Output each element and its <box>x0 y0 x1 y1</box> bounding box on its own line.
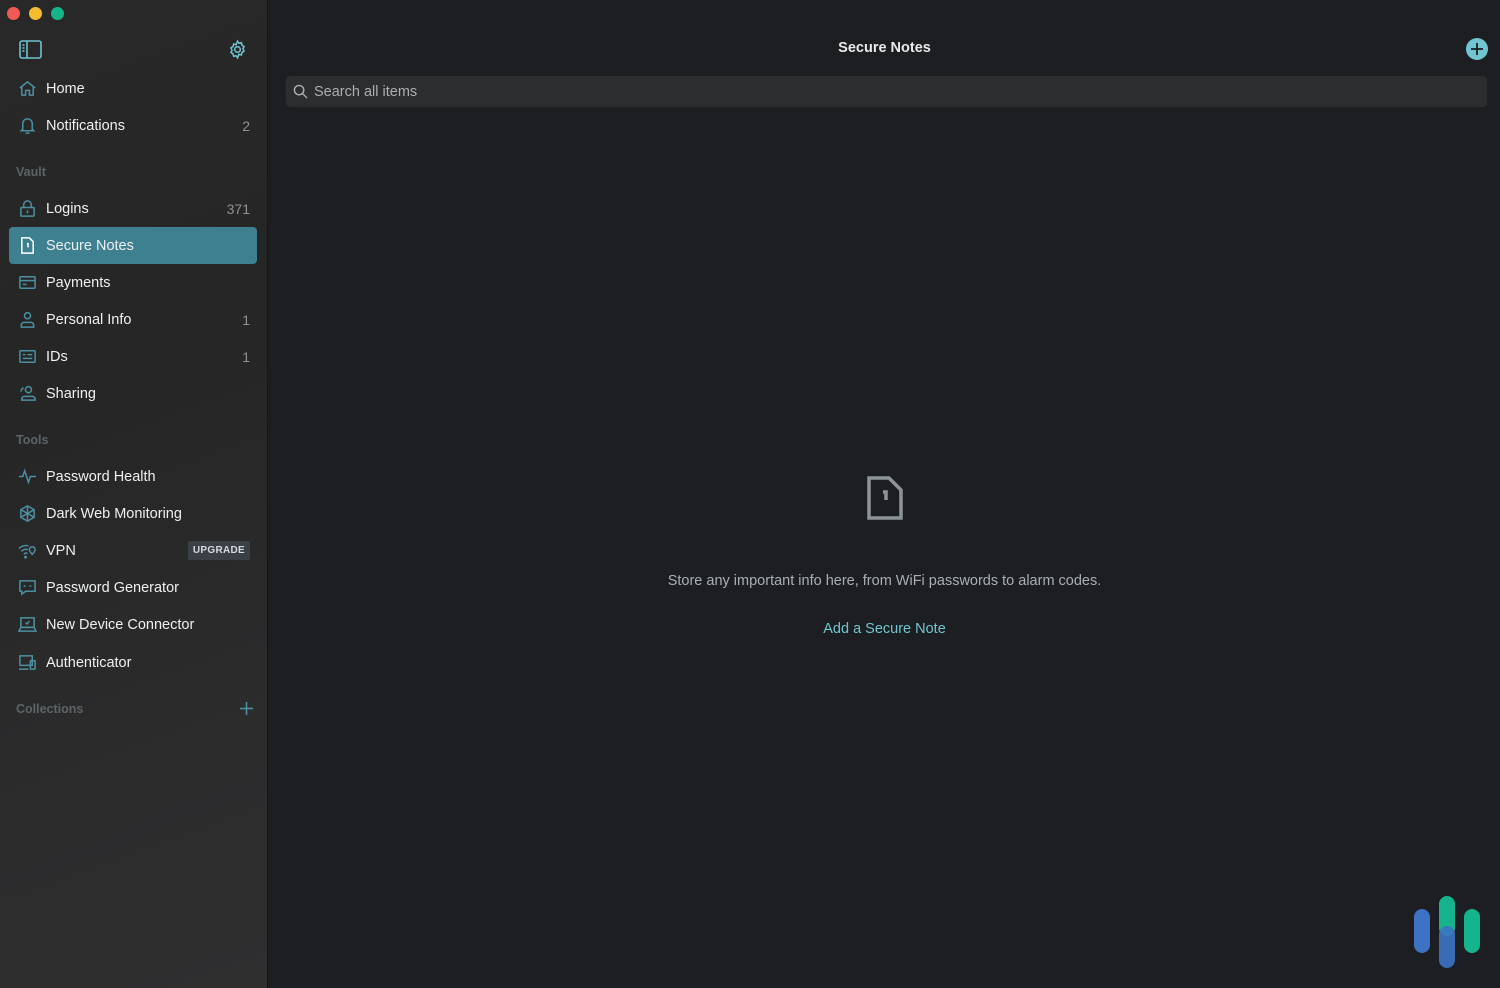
sidebar-item-payments[interactable]: Payments <box>9 264 257 301</box>
chat-icon <box>18 578 37 597</box>
sidebar-item-logins[interactable]: Logins 371 <box>9 190 257 227</box>
secure-note-icon <box>866 475 904 521</box>
sidebar-item-label: Authenticator <box>46 654 132 671</box>
sidebar-item-notifications[interactable]: Notifications 2 <box>9 107 257 144</box>
add-secure-note-link[interactable]: Add a Secure Note <box>823 621 946 637</box>
sharing-icon <box>18 384 37 403</box>
person-icon <box>18 310 37 329</box>
sidebar-item-personal-info[interactable]: Personal Info 1 <box>9 301 257 338</box>
item-count: 371 <box>226 200 250 217</box>
sidebar-item-ids[interactable]: IDs 1 <box>9 338 257 375</box>
note-icon <box>18 236 37 255</box>
sidebar-item-label: Password Health <box>46 468 156 485</box>
search-bar[interactable] <box>286 76 1487 107</box>
devices-icon <box>18 653 37 672</box>
sidebar-item-label: Dark Web Monitoring <box>46 505 182 522</box>
add-collection-button[interactable] <box>238 700 255 717</box>
search-icon <box>293 84 308 99</box>
card-icon <box>18 273 37 292</box>
lock-icon <box>18 199 37 218</box>
sidebar-item-password-generator[interactable]: Password Generator <box>9 569 257 606</box>
sidebar-item-label: New Device Connector <box>46 616 195 633</box>
item-count: 1 <box>242 311 250 328</box>
plus-icon <box>1471 43 1483 55</box>
sidebar-item-secure-notes[interactable]: Secure Notes <box>9 227 257 264</box>
empty-state-message: Store any important info here, from WiFi… <box>667 573 1102 589</box>
sidebar-item-label: VPN <box>46 542 76 559</box>
section-label-vault: Vault <box>16 165 46 179</box>
dark-web-icon <box>18 504 37 523</box>
gear-icon[interactable] <box>227 39 248 60</box>
sidebar-item-vpn[interactable]: VPN UPGRADE <box>9 532 257 569</box>
sidebar-item-password-health[interactable]: Password Health <box>9 458 257 495</box>
minimize-window-button[interactable] <box>29 7 42 20</box>
window-controls <box>7 7 64 20</box>
home-icon <box>18 79 37 98</box>
sidebar-item-authenticator[interactable]: Authenticator <box>9 644 257 681</box>
sidebar: Home Notifications 2 Vault Logins 371 Se… <box>0 0 268 988</box>
close-window-button[interactable] <box>7 7 20 20</box>
sidebar-item-label: Payments <box>46 274 111 291</box>
sidebar-item-new-device-connector[interactable]: New Device Connector <box>9 606 257 643</box>
sidebar-item-label: Sharing <box>46 385 96 402</box>
sidebar-item-label: Personal Info <box>46 311 132 328</box>
sidebar-item-label: Home <box>46 80 85 97</box>
upgrade-badge[interactable]: UPGRADE <box>187 541 250 560</box>
section-label-collections: Collections <box>16 702 84 716</box>
main-panel: Secure Notes Store any important info he… <box>269 0 1500 988</box>
laptop-icon <box>18 615 37 634</box>
item-count: 1 <box>242 348 250 365</box>
empty-state: Store any important info here, from WiFi… <box>269 475 1500 638</box>
sidebar-item-label: Secure Notes <box>46 237 134 254</box>
id-card-icon <box>18 347 37 366</box>
bell-icon <box>18 116 37 135</box>
sidebar-toggle-icon[interactable] <box>19 40 42 59</box>
add-item-button[interactable] <box>1466 38 1488 60</box>
sidebar-item-sharing[interactable]: Sharing <box>9 375 257 412</box>
sidebar-item-label: Password Generator <box>46 579 179 596</box>
section-label-tools: Tools <box>16 433 49 447</box>
search-input[interactable] <box>314 83 1487 100</box>
zoom-window-button[interactable] <box>51 7 64 20</box>
sidebar-item-dark-web-monitoring[interactable]: Dark Web Monitoring <box>9 495 257 532</box>
pulse-icon <box>18 467 37 486</box>
page-title: Secure Notes <box>838 40 931 56</box>
plus-icon <box>240 702 253 715</box>
sidebar-item-home[interactable]: Home <box>9 70 257 107</box>
sidebar-item-label: Logins <box>46 200 89 217</box>
notification-count: 2 <box>242 117 250 134</box>
sidebar-item-label: IDs <box>46 348 68 365</box>
sidebar-item-label: Notifications <box>46 117 125 134</box>
wifi-icon <box>18 541 37 560</box>
brand-logo-icon <box>1414 896 1480 968</box>
